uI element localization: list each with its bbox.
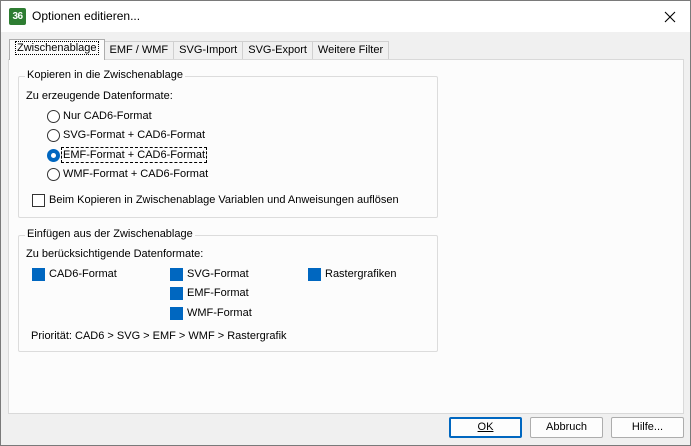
tab-panel: Kopieren in die Zwischenablage Zu erzeug… — [8, 59, 684, 414]
radio-nur-cad6-label[interactable]: Nur CAD6-Format — [63, 110, 152, 122]
window-title: Optionen editieren... — [32, 9, 141, 23]
copy-formats-label: Zu erzeugende Datenformate: — [26, 90, 173, 102]
paste-group: Einfügen aus der Zwischenablage Zu berüc… — [18, 228, 438, 352]
paste-formats-label: Zu berücksichtigende Datenformate: — [26, 248, 204, 260]
resolve-variables-label[interactable]: Beim Kopieren in Zwischenablage Variable… — [49, 194, 399, 206]
radio-svg-cad6-label[interactable]: SVG-Format + CAD6-Format — [63, 129, 205, 141]
tab-weitere-filter[interactable]: Weitere Filter — [311, 41, 390, 60]
tab-strip: Zwischenablage EMF / WMF SVG-Import SVG-… — [9, 39, 390, 60]
radio-nur-cad6[interactable] — [47, 110, 60, 123]
ok-button[interactable]: OK — [449, 417, 522, 438]
checkbox-emf-format-label[interactable]: EMF-Format — [187, 287, 249, 299]
resolve-variables-checkbox[interactable] — [32, 194, 45, 207]
copy-group: Kopieren in die Zwischenablage Zu erzeug… — [18, 69, 438, 218]
checkbox-svg-format-label[interactable]: SVG-Format — [187, 268, 249, 280]
tab-zwischenablage[interactable]: Zwischenablage — [9, 39, 105, 60]
checkbox-wmf-format[interactable] — [170, 307, 183, 320]
options-dialog: 36 Optionen editieren... Zwischenablage … — [0, 0, 691, 446]
close-button[interactable] — [650, 1, 690, 32]
checkbox-emf-format[interactable] — [170, 287, 183, 300]
paste-group-title: Einfügen aus der Zwischenablage — [25, 228, 195, 240]
radio-svg-cad6[interactable] — [47, 129, 60, 142]
checkbox-cad6-format-label[interactable]: CAD6-Format — [49, 268, 117, 280]
cancel-button[interactable]: Abbruch — [530, 417, 603, 438]
tab-emf-wmf[interactable]: EMF / WMF — [103, 41, 175, 60]
close-icon — [664, 11, 676, 22]
checkbox-cad6-format[interactable] — [32, 268, 45, 281]
help-button[interactable]: Hilfe... — [611, 417, 684, 438]
checkbox-rastergrafiken-label[interactable]: Rastergrafiken — [325, 268, 397, 280]
app-logo-icon: 36 — [9, 8, 26, 25]
checkbox-wmf-format-label[interactable]: WMF-Format — [187, 307, 252, 319]
radio-emf-cad6-label[interactable]: EMF-Format + CAD6-Format — [60, 147, 208, 163]
radio-emf-cad6[interactable] — [47, 149, 60, 162]
checkbox-rastergrafiken[interactable] — [308, 268, 321, 281]
radio-wmf-cad6[interactable] — [47, 168, 60, 181]
radio-wmf-cad6-label[interactable]: WMF-Format + CAD6-Format — [63, 168, 208, 180]
title-bar: 36 Optionen editieren... — [1, 1, 690, 32]
checkbox-svg-format[interactable] — [170, 268, 183, 281]
tab-svg-export[interactable]: SVG-Export — [242, 41, 313, 60]
priority-text: Priorität: CAD6 > SVG > EMF > WMF > Rast… — [31, 330, 287, 342]
tab-svg-import[interactable]: SVG-Import — [173, 41, 244, 60]
copy-group-title: Kopieren in die Zwischenablage — [25, 69, 185, 81]
